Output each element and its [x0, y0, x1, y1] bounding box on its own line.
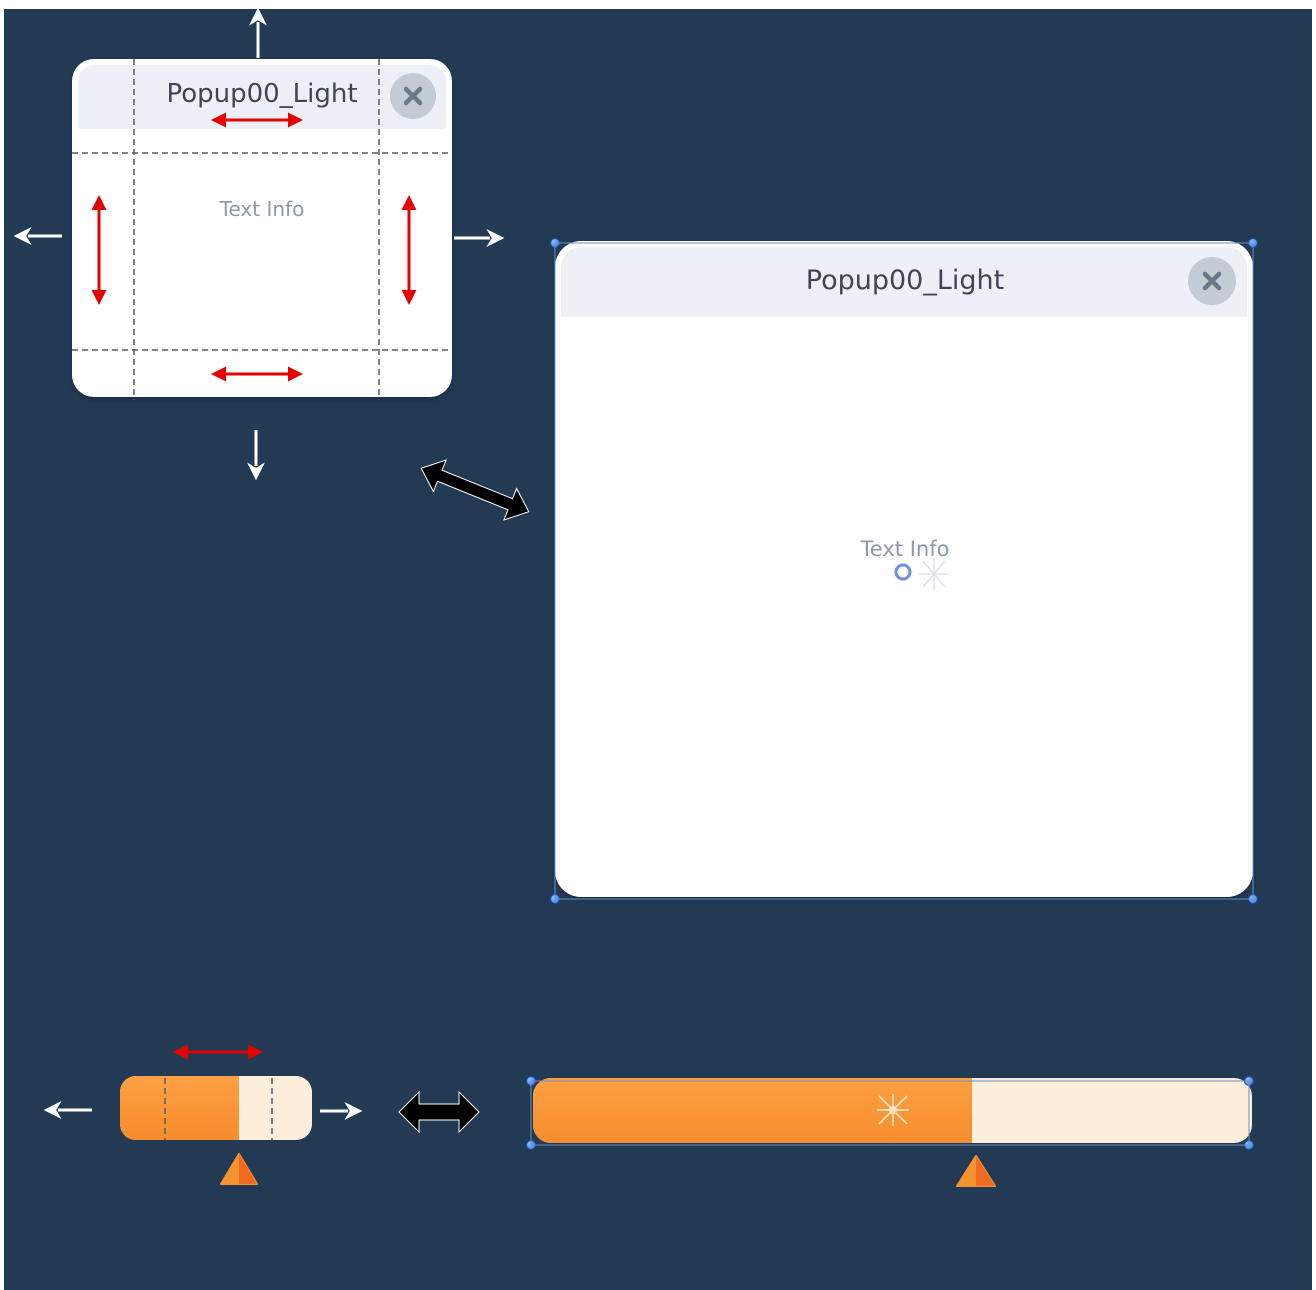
annotation-overlay [13, 9, 1254, 1146]
large-popup-selection-frame [554, 242, 1254, 900]
diagram-canvas: Popup00_Light Text Info Popup00_Light Te… [4, 9, 1312, 1290]
stretch-guide-arrows [91, 112, 417, 1060]
small-slider-slice-guides [164, 1078, 273, 1140]
double-arrow-icon [398, 1090, 480, 1134]
large-slider-selection-frame [530, 1080, 1250, 1146]
double-arrow-icon [420, 459, 530, 521]
small-popup-slice-guides [72, 59, 448, 400]
direction-arrows [13, 9, 505, 1120]
